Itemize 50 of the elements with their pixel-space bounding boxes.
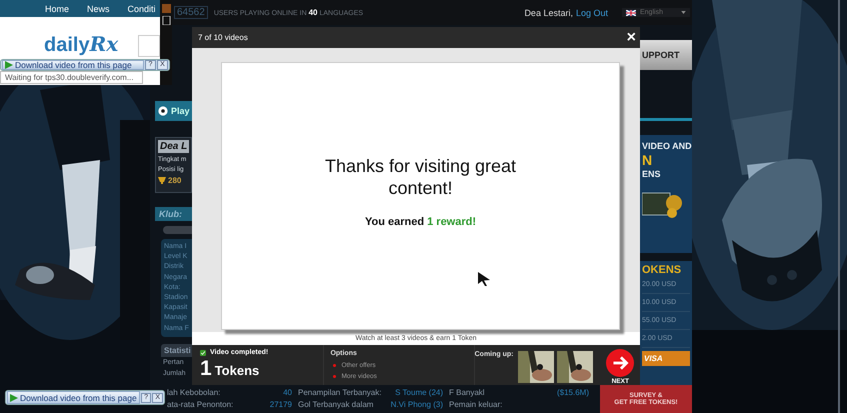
close-button[interactable]: × <box>626 30 636 44</box>
stats-tab[interactable]: Statisti <box>161 344 192 357</box>
promo-banner[interactable]: VIDEO AND N ENS <box>640 135 692 253</box>
club-header: Klub: <box>155 207 192 221</box>
token-unit: Tokens <box>214 363 260 378</box>
caret-icon <box>681 11 686 14</box>
token-count: 1 <box>200 357 212 381</box>
promo-text: ENS <box>642 168 662 181</box>
download-button[interactable]: Download video from this page <box>7 391 140 404</box>
promo-text: N <box>642 153 654 167</box>
nav-link[interactable]: Conditi <box>128 4 156 14</box>
stat-label: Penampilan Terbanyak: <box>298 387 382 399</box>
stat-label: ata-rata Penonton: <box>167 399 234 411</box>
status-tooltip: Waiting for tps30.doubleverify.com... <box>0 71 143 84</box>
nav-link[interactable]: Home <box>45 4 70 14</box>
stat-value: 40 <box>283 387 292 399</box>
play-tab[interactable]: Play <box>155 101 192 121</box>
stat-value: ($15.6M) <box>556 387 589 399</box>
online-counter: 64562 <box>174 6 208 19</box>
thanks-message: Thanks for visiting great content! <box>324 155 518 199</box>
stat-value: S Toume (24) <box>395 387 443 399</box>
logout-link[interactable]: Log Out <box>576 8 608 18</box>
club-bar <box>163 226 192 234</box>
page-icon[interactable] <box>162 16 170 25</box>
stat-value: N.Vi Phong (3) <box>390 399 443 411</box>
trophy-value: 280 <box>168 176 182 185</box>
dialog-title: 7 of 10 videos <box>198 33 248 42</box>
tokens-title: OKENS <box>642 264 682 276</box>
support-button[interactable]: UPPORT <box>640 40 692 70</box>
flag-icon <box>626 10 636 16</box>
logo: dailyRx <box>44 32 118 57</box>
toolbar-icon[interactable] <box>162 4 170 13</box>
download-button[interactable]: Download video from this page <box>2 60 144 70</box>
check-icon <box>200 350 206 356</box>
stat-label: Gol Terbanyak dalam <box>298 399 374 411</box>
reward-message: You earned 1 reward! <box>364 216 476 228</box>
profile-name: Dea L <box>158 140 189 153</box>
play-icon <box>10 394 18 402</box>
nav-link[interactable]: News <box>87 4 110 14</box>
search-field[interactable] <box>138 35 160 57</box>
stat-label: F Banyakl <box>449 387 485 399</box>
user-name: Dea Lestari, <box>524 8 573 18</box>
stat-label: lah Kebobolan: <box>167 387 220 399</box>
ball-icon <box>158 106 168 116</box>
play-icon <box>5 61 13 69</box>
promo-text: VIDEO AND <box>642 140 690 153</box>
trophy-icon <box>158 176 166 184</box>
stat-label: Pemain keluar: <box>449 399 502 411</box>
stat-value: 27179 <box>270 399 292 411</box>
cursor-icon <box>478 272 490 286</box>
